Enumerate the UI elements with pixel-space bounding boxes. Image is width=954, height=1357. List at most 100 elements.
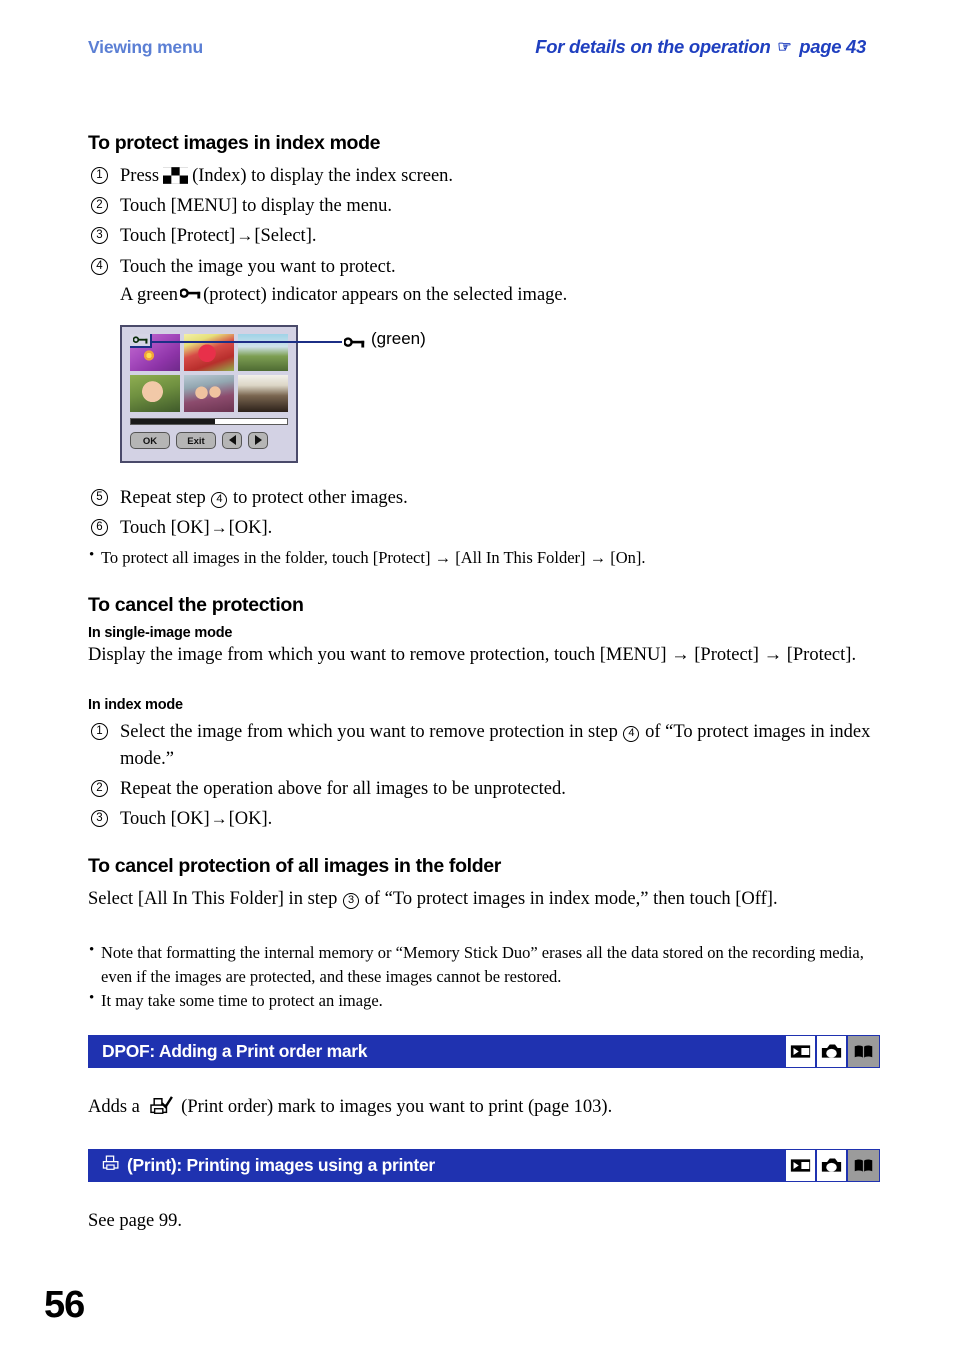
pointing-hand-icon: ☞ (777, 39, 792, 56)
running-head-reference-prefix: For details on the operation (535, 36, 771, 57)
body-single-image-mode: Display the image from which you want to… (88, 644, 857, 665)
step-number: 1 (91, 167, 108, 184)
body-dpof-a: Adds a (88, 1096, 140, 1117)
note-list-cancel-all: Note that formatting the internal memory… (88, 940, 880, 1012)
camera-mode-icon (817, 1035, 848, 1067)
step-text-b: [Select]. (254, 226, 317, 247)
printer-icon (102, 1154, 121, 1176)
step-number: 2 (91, 197, 108, 215)
running-head-reference-suffix: page 43 (799, 36, 866, 57)
steps-protect-index: 1 Press (Index) to display the index scre… (88, 163, 880, 309)
running-head-chapter: Viewing menu (88, 37, 203, 57)
step-text-a: Repeat step (120, 487, 206, 508)
note-item: It may take some time to protect an imag… (88, 988, 880, 1012)
step-item: 2 Repeat the operation above for all ima… (88, 776, 880, 803)
previous-page-button[interactable] (222, 431, 242, 449)
page-content: To protect images in index mode 1 Press (… (88, 132, 880, 1234)
exit-button[interactable]: Exit (176, 431, 216, 449)
section-heading-cancel-protection: To cancel the protection (88, 593, 304, 616)
steps-cancel-index-mode: 1 Select the image from which you want t… (88, 719, 880, 834)
subheading-single-image-mode: In single-image mode (88, 624, 233, 641)
steps-protect-index-after: 5 Repeat step 4 to protect other images.… (88, 485, 880, 542)
ok-button[interactable]: OK (130, 431, 170, 449)
scrollbar-thumb[interactable] (131, 418, 216, 424)
step-reference-number: 4 (211, 491, 228, 508)
note-list-protect-index: To protect all images in the folder, tou… (88, 545, 880, 569)
step-text-post: (Index) to display the index screen. (192, 166, 454, 186)
mode-icon-group (786, 1149, 879, 1181)
print-order-mark-icon (149, 1096, 173, 1125)
protect-indicator-badge (130, 333, 152, 348)
left-arrow-icon (228, 435, 236, 446)
screen-button-row: OK Exit (130, 431, 288, 449)
step-text-a: Touch [OK] (120, 809, 210, 830)
callout-label: (green) (342, 329, 426, 349)
key-protect-icon (343, 333, 365, 348)
body-print: See page 99. (88, 1210, 183, 1231)
section-bar-print: (Print): Printing images using a printer (88, 1148, 880, 1182)
body-dpof-b: (Print order) mark to images you want to… (181, 1096, 613, 1117)
playback-mode-icon (786, 1149, 817, 1181)
step-text-a: Touch [OK] (120, 518, 210, 539)
note-item: To protect all images in the folder, tou… (88, 545, 880, 569)
step-number: 2 (91, 780, 108, 798)
purple-flower-thumbnail[interactable] (130, 333, 180, 371)
step-text-b: [OK]. (228, 809, 273, 830)
blossom-tree-thumbnail[interactable] (238, 374, 288, 412)
step-item: 3 Touch [Protect]→[Select]. (88, 223, 880, 250)
subheading-index-mode: In index mode (88, 696, 183, 713)
callout-label-text: (green) (371, 328, 426, 348)
body-cancel-all: Select [All In This Folder] in step 3 of… (88, 886, 880, 913)
step-text-pre: Press (120, 166, 160, 186)
page-number: 56 (44, 1284, 85, 1326)
step-text-a: Select the image from which you want to … (120, 721, 618, 742)
step-text: Repeat the operation above for all image… (120, 779, 566, 800)
section-bar-dpof: DPOF: Adding a Print order mark (88, 1034, 880, 1068)
step-text-b: [OK]. (228, 518, 273, 539)
step-text-line1: Touch the image you want to protect. (120, 256, 396, 277)
step-number: 5 (91, 488, 108, 506)
callout-leader-line (150, 340, 342, 343)
index-icon (163, 166, 189, 184)
step-item: 6 Touch [OK]→[OK]. (88, 515, 880, 542)
step-item: 2 Touch [MENU] to display the menu. (88, 193, 880, 220)
red-flower-thumbnail[interactable] (184, 333, 234, 371)
section-heading-protect-index: To protect images in index mode (88, 132, 381, 154)
step-item: 4 Touch the image you want to protect. A… (88, 254, 880, 309)
right-arrow-glyph: → (236, 226, 254, 246)
right-arrow-icon (254, 435, 262, 446)
book-mode-icon (848, 1035, 879, 1067)
body-cancel-all-a: Select [All In This Folder] in step (88, 889, 338, 910)
step-item: 1 Select the image from which you want t… (88, 719, 880, 773)
step-text-a: Touch [Protect] (120, 226, 236, 247)
book-mode-icon (848, 1149, 879, 1181)
right-arrow-glyph: → (210, 518, 228, 538)
step-number: 3 (91, 227, 108, 245)
camera-mode-icon (817, 1149, 848, 1181)
tree-sky-thumbnail[interactable] (238, 333, 288, 371)
key-protect-icon (179, 281, 201, 299)
woman-portrait-thumbnail[interactable] (130, 374, 180, 412)
step-number: 1 (91, 722, 108, 740)
step-text-b: to protect other images. (233, 487, 408, 508)
thumbnail-grid (130, 333, 288, 412)
section-bar-print-title: (Print): Printing images using a printer (102, 1154, 435, 1176)
step-item: 3 Touch [OK]→[OK]. (88, 806, 880, 833)
step-text: Touch [MENU] to display the menu. (120, 196, 393, 217)
two-girls-thumbnail[interactable] (184, 374, 234, 412)
camera-index-screen: OK Exit (120, 324, 298, 463)
running-head-reference: For details on the operation ☞ page 43 (535, 36, 866, 58)
step-number: 3 (91, 810, 108, 828)
playback-mode-icon (786, 1035, 817, 1067)
step-reference-number: 4 (623, 725, 640, 742)
section-bar-print-title-text: (Print): Printing images using a printer (127, 1154, 435, 1175)
note-item: Note that formatting the internal memory… (88, 940, 880, 988)
mode-icon-group (786, 1035, 879, 1067)
step-number: 4 (91, 257, 108, 275)
step-text-line2b: (protect) indicator appears on the selec… (203, 284, 568, 305)
next-page-button[interactable] (248, 431, 268, 449)
body-cancel-all-b: of “To protect images in index mode,” th… (364, 889, 778, 910)
right-arrow-glyph: → (210, 809, 228, 829)
screen-scrollbar[interactable] (130, 417, 288, 425)
section-bar-dpof-title: DPOF: Adding a Print order mark (102, 1040, 368, 1061)
